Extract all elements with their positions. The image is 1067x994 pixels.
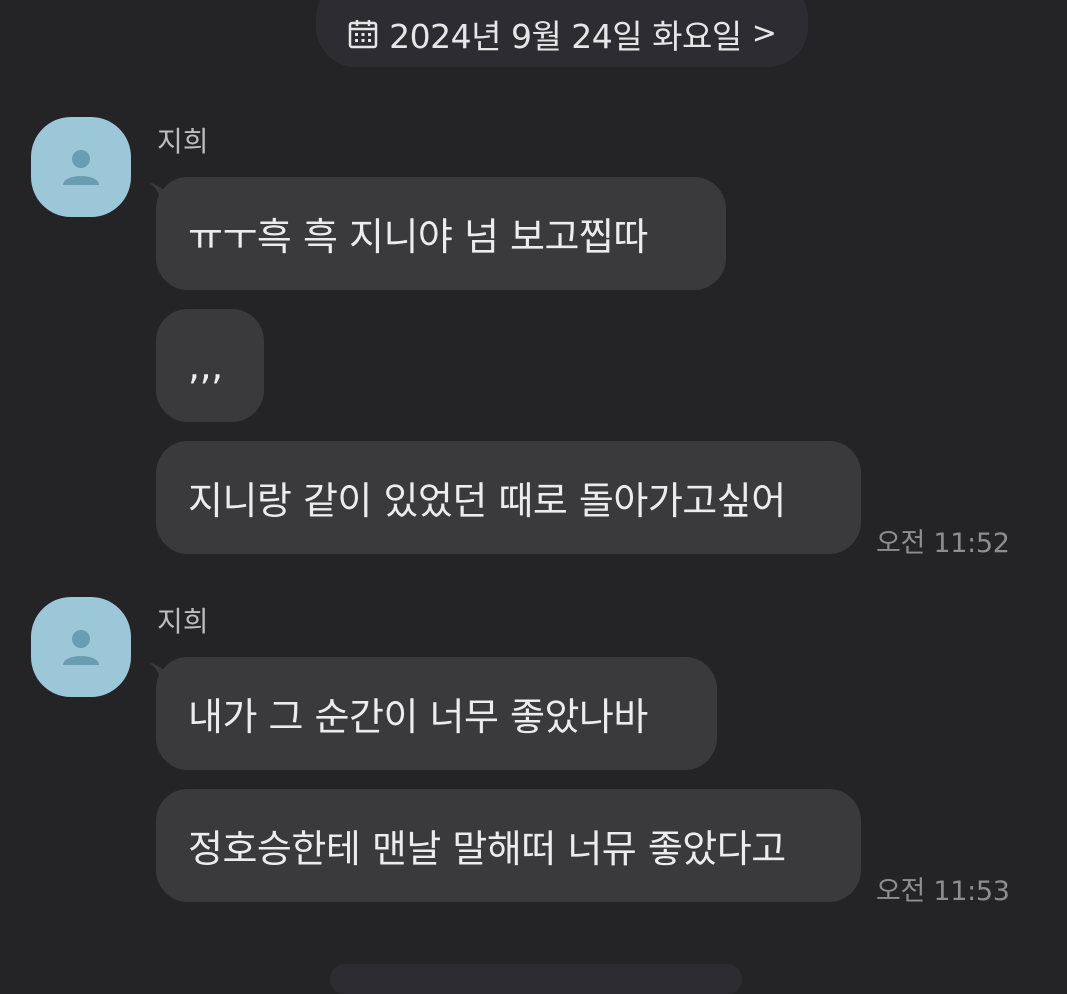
- message-bubble[interactable]: 지니랑 같이 있었던 때로 돌아가고싶어: [156, 441, 861, 554]
- message-bubble[interactable]: 내가 그 순간이 너무 좋았나바: [156, 657, 717, 770]
- message-bubble[interactable]: ,,,: [156, 309, 264, 422]
- chevron-right-icon: >: [751, 16, 777, 51]
- calendar-icon: [348, 19, 378, 48]
- date-label: 2024년 9월 24일 화요일: [389, 16, 742, 56]
- message-bubble[interactable]: ㅠㅜ흑 흑 지니야 넘 보고찝따: [156, 177, 726, 290]
- message-time: 오전 11:53: [876, 876, 1010, 907]
- date-divider[interactable]: 2024년 9월 24일 화요일 >: [316, 0, 808, 67]
- person-icon: [63, 150, 99, 185]
- avatar[interactable]: [31, 117, 131, 217]
- message-time: 오전 11:52: [876, 528, 1010, 559]
- next-date-divider: [330, 964, 742, 994]
- person-icon: [63, 630, 99, 665]
- sender-name: 지희: [157, 605, 209, 638]
- message-bubble[interactable]: 정호승한테 맨날 말해떠 너뮤 좋았다고: [156, 789, 861, 902]
- sender-name: 지희: [157, 125, 209, 158]
- avatar[interactable]: [31, 597, 131, 697]
